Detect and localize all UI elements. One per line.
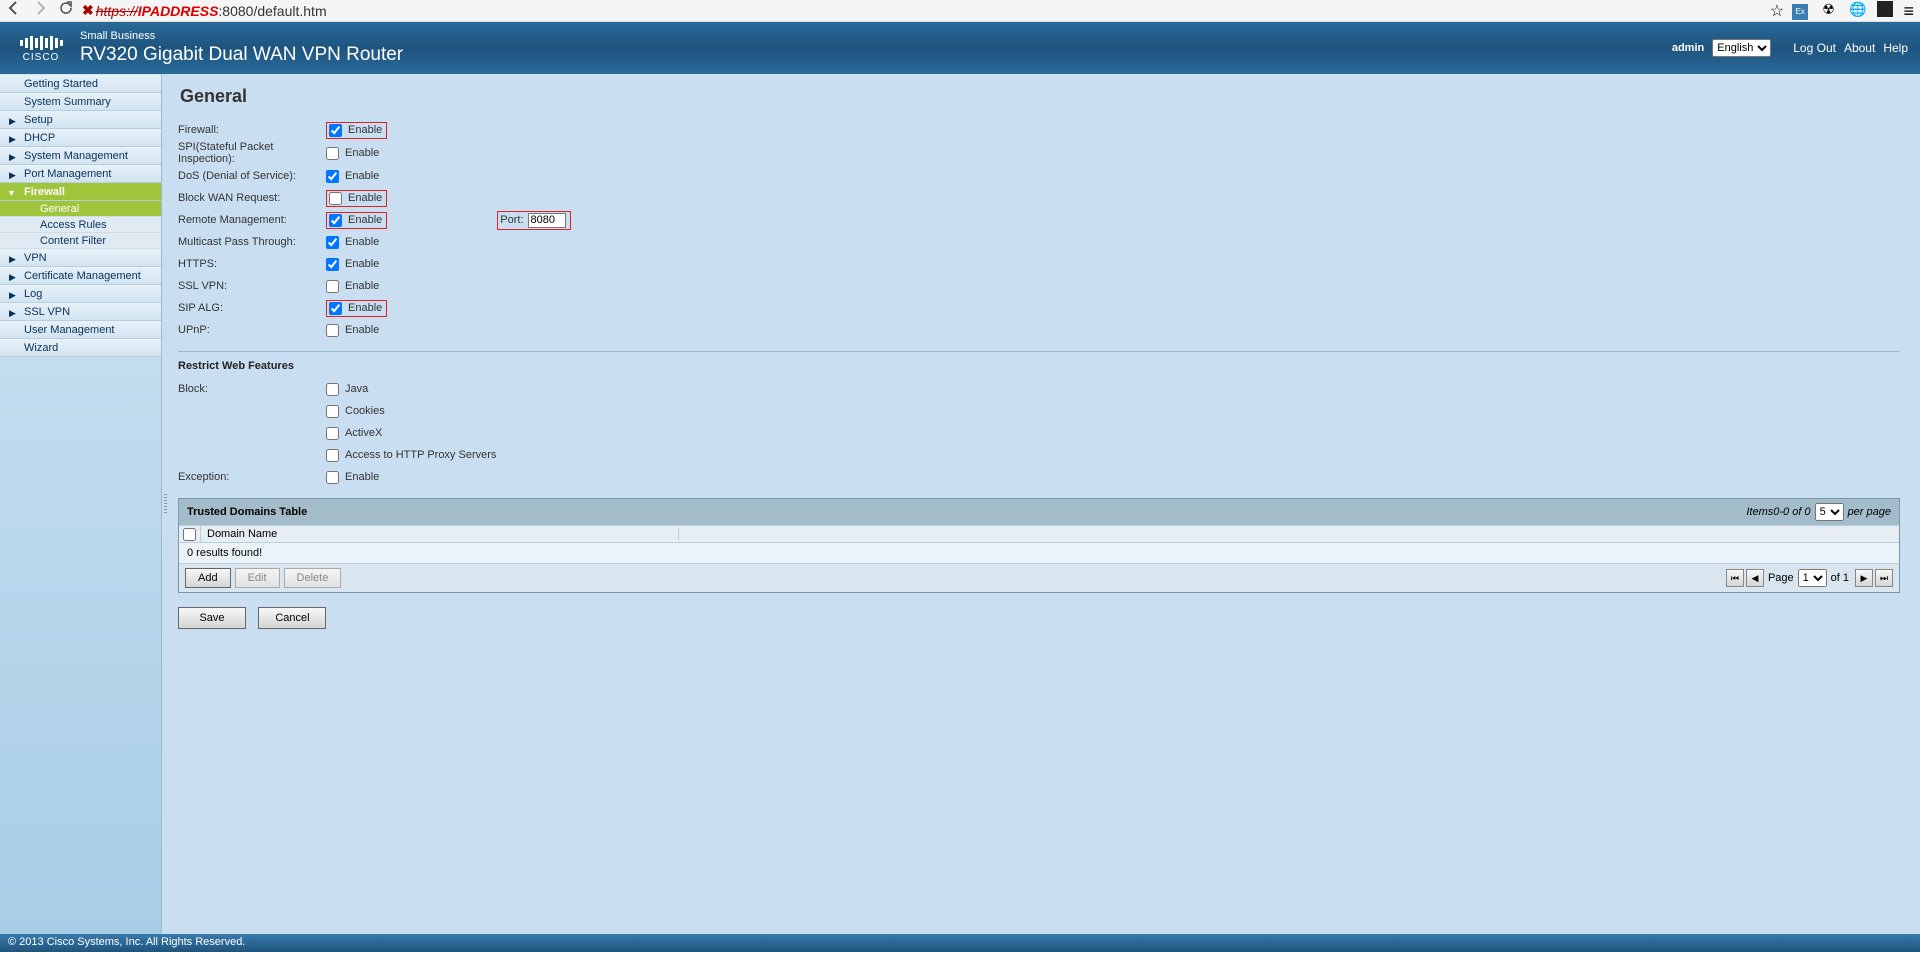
address-bar[interactable]: ✖ https:// IPADDRESS :8080/default.htm (82, 2, 1762, 19)
checkbox-spi[interactable] (326, 147, 339, 160)
back-icon[interactable] (6, 0, 22, 21)
add-button[interactable]: Add (185, 568, 231, 588)
sidebar-sub-access-rules[interactable]: Access Rules (0, 217, 161, 233)
cisco-logo: CISCO (12, 32, 70, 64)
sidebar-item-log[interactable]: Log (0, 285, 161, 303)
label-block: Block: (178, 383, 326, 395)
ext-icon-radiation[interactable]: ☢ (1821, 1, 1837, 17)
divider (178, 351, 1900, 352)
username: admin (1672, 42, 1704, 54)
checkbox-activex[interactable] (326, 427, 339, 440)
label-multicast: Multicast Pass Through: (178, 236, 326, 248)
help-link[interactable]: Help (1883, 41, 1908, 55)
save-button[interactable]: Save (178, 607, 246, 629)
sidebar-item-user-management[interactable]: User Management (0, 321, 161, 339)
empty-text: 0 results found! (179, 543, 1899, 563)
checkbox-remotemgmt[interactable] (329, 214, 342, 227)
reload-icon[interactable] (58, 0, 74, 21)
of-label: of 1 (1831, 572, 1849, 584)
sidebar-item-dhcp[interactable]: DHCP (0, 129, 161, 147)
checkbox-proxy[interactable] (326, 449, 339, 462)
first-page-icon[interactable]: ⏮ (1726, 569, 1744, 587)
sidebar: Getting Started System Summary Setup DHC… (0, 74, 162, 934)
sidebar-item-port-management[interactable]: Port Management (0, 165, 161, 183)
sidebar-item-wizard[interactable]: Wizard (0, 339, 161, 357)
trusted-title: Trusted Domains Table (187, 506, 307, 518)
about-link[interactable]: About (1844, 41, 1875, 55)
label-exception: Exception: (178, 471, 326, 483)
cisco-text: CISCO (23, 52, 60, 63)
copyright: © 2013 Cisco Systems, Inc. All Rights Re… (8, 936, 245, 948)
sidebar-sub-general[interactable]: General (0, 201, 161, 217)
label-sslvpn: SSL VPN: (178, 280, 326, 292)
label-remotemgmt: Remote Management: (178, 214, 326, 226)
sidebar-item-sslvpn[interactable]: SSL VPN (0, 303, 161, 321)
app: Getting Started System Summary Setup DHC… (0, 74, 1920, 934)
label-firewall: Firewall: (178, 124, 326, 136)
language-select[interactable]: English (1712, 39, 1771, 57)
input-port[interactable] (528, 213, 566, 228)
forward-icon[interactable] (32, 0, 48, 21)
page-select[interactable]: 1 (1798, 569, 1827, 587)
model-title: RV320 Gigabit Dual WAN VPN Router (80, 44, 403, 66)
content: General Firewall: Enable SPI(Stateful Pa… (168, 74, 1920, 934)
checkbox-sslvpn[interactable] (326, 280, 339, 293)
page-title: General (180, 86, 1900, 107)
masthead: CISCO Small Business RV320 Gigabit Dual … (0, 22, 1920, 74)
ext-icon-globe[interactable]: 🌐 (1849, 1, 1865, 17)
label-https: HTTPS: (178, 258, 326, 270)
star-icon[interactable]: ☆ (1770, 1, 1784, 21)
logout-link[interactable]: Log Out (1793, 41, 1836, 55)
per-page-select[interactable]: 5 (1815, 503, 1844, 521)
small-business-label: Small Business (80, 30, 403, 42)
checkbox-multicast[interactable] (326, 236, 339, 249)
label-spi: SPI(Stateful Packet Inspection): (178, 141, 326, 165)
label-upnp: UPnP: (178, 324, 326, 336)
next-page-icon[interactable]: ▶ (1855, 569, 1873, 587)
extension-icons: Ex ☢ 🌐 (1784, 1, 1893, 20)
checkbox-cookies[interactable] (326, 405, 339, 418)
checkbox-firewall[interactable] (329, 124, 342, 137)
heading-restrict: Restrict Web Features (178, 360, 1900, 372)
col-domain: Domain Name (201, 528, 679, 540)
ext-icon-1[interactable]: Ex (1792, 4, 1808, 20)
last-page-icon[interactable]: ⏭ (1875, 569, 1893, 587)
url-ip: IPADDRESS (138, 3, 219, 19)
footer: © 2013 Cisco Systems, Inc. All Rights Re… (0, 934, 1920, 952)
sidebar-item-system-summary[interactable]: System Summary (0, 93, 161, 111)
sidebar-item-vpn[interactable]: VPN (0, 249, 161, 267)
sidebar-item-getting-started[interactable]: Getting Started (0, 75, 161, 93)
checkbox-exception[interactable] (326, 471, 339, 484)
checkbox-blockwan[interactable] (329, 192, 342, 205)
browser-chrome: ✖ https:// IPADDRESS :8080/default.htm ☆… (0, 0, 1920, 22)
edit-button[interactable]: Edit (235, 568, 280, 588)
sidebar-item-setup[interactable]: Setup (0, 111, 161, 129)
sidebar-item-system-management[interactable]: System Management (0, 147, 161, 165)
page-label: Page (1768, 572, 1794, 584)
checkbox-java[interactable] (326, 383, 339, 396)
sidebar-item-firewall[interactable]: Firewall (0, 183, 161, 201)
url-path: :8080/default.htm (218, 3, 326, 19)
delete-button[interactable]: Delete (284, 568, 342, 588)
label-sipalg: SIP ALG: (178, 302, 326, 314)
items-count: Items0-0 of 0 (1746, 506, 1810, 518)
trusted-domains-table: Trusted Domains Table Items0-0 of 0 5 pe… (178, 498, 1900, 593)
url-scheme: https:// (96, 3, 138, 19)
sidebar-item-certificate-management[interactable]: Certificate Management (0, 267, 161, 285)
checkbox-https[interactable] (326, 258, 339, 271)
menu-icon[interactable]: ≡ (1903, 5, 1914, 17)
label-port: Port: (500, 214, 523, 226)
per-page-label: per page (1848, 506, 1891, 518)
checkbox-sipalg[interactable] (329, 302, 342, 315)
ext-icon-dark[interactable] (1877, 1, 1893, 17)
checkbox-dos[interactable] (326, 170, 339, 183)
checkbox-upnp[interactable] (326, 324, 339, 337)
select-all-checkbox[interactable] (183, 528, 196, 541)
label-blockwan: Block WAN Request: (178, 192, 326, 204)
sidebar-sub-content-filter[interactable]: Content Filter (0, 233, 161, 249)
prev-page-icon[interactable]: ◀ (1746, 569, 1764, 587)
label-dos: DoS (Denial of Service): (178, 170, 326, 182)
cancel-button[interactable]: Cancel (258, 607, 326, 629)
